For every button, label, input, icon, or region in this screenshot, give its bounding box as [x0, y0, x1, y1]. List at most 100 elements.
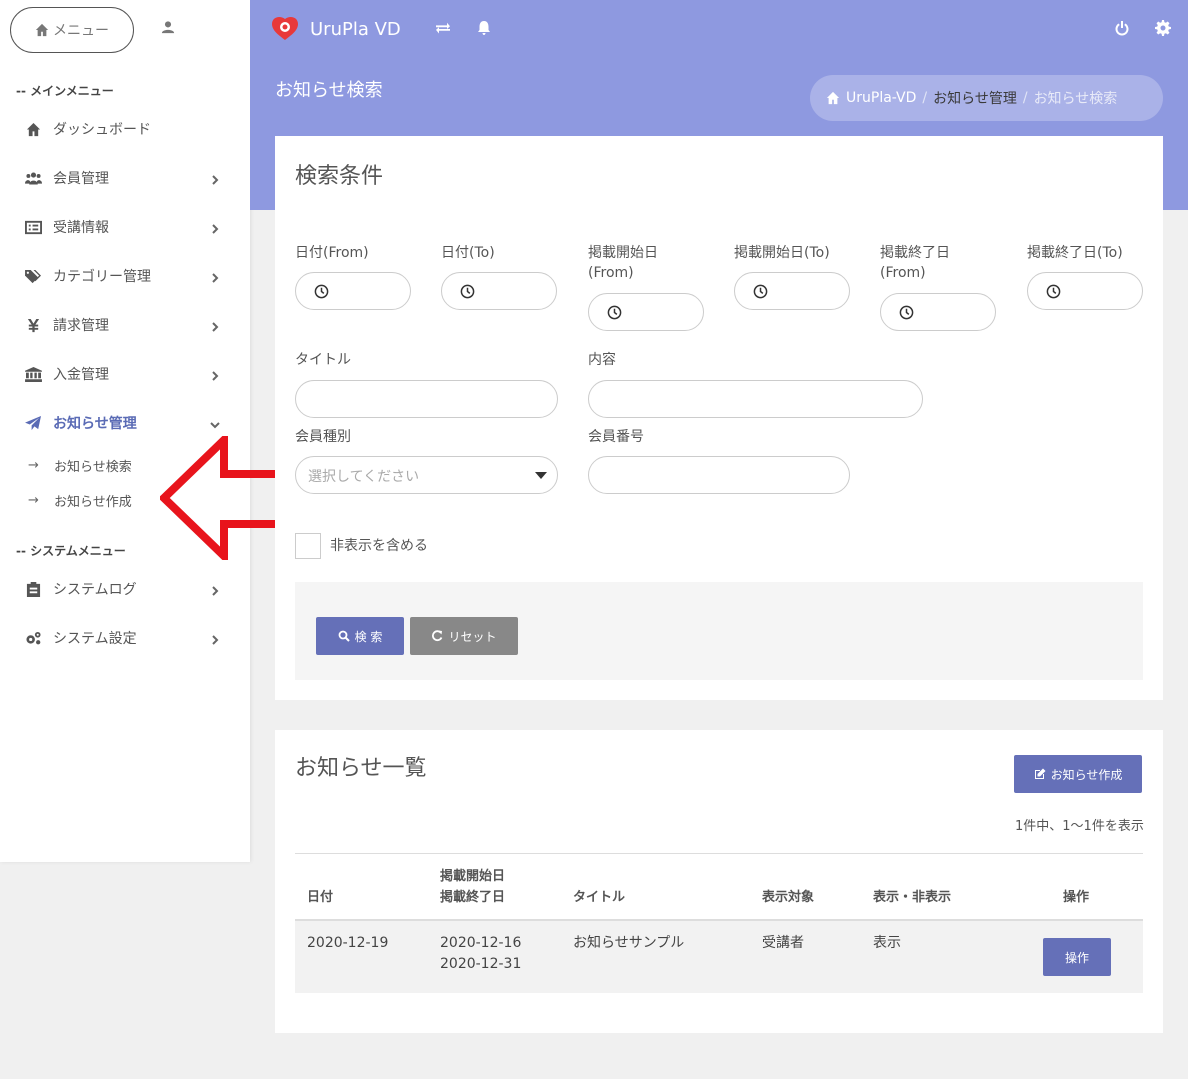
table-header: 日付 掲載開始日 掲載終了日 タイトル 表示対象 表示・非表示 操作 [295, 853, 1143, 921]
pub-start-from-label-line2: (From) [588, 265, 634, 281]
home-icon [35, 23, 49, 37]
page-title: お知らせ検索 [275, 80, 383, 101]
breadcrumb-home[interactable]: UruPla-VD [846, 90, 916, 106]
sidebar-item-notices[interactable]: お知らせ管理 [0, 407, 250, 439]
pub-start-from-label-line1: 掲載開始日 [588, 245, 658, 261]
sidebar-subitem-notice-search[interactable]: → お知らせ検索 [28, 454, 132, 476]
sidebar-item-payments[interactable]: 入金管理 [0, 358, 250, 390]
sidebar-item-label: カテゴリー管理 [53, 269, 151, 285]
users-icon [24, 170, 42, 186]
pub-start-from-input[interactable] [588, 293, 704, 331]
content-label: 内容 [588, 352, 616, 368]
sidebar-item-categories[interactable]: カテゴリー管理 [0, 260, 250, 292]
sidebar-item-billing[interactable]: 請求管理 [0, 309, 250, 341]
member-no-input[interactable] [588, 456, 850, 494]
clock-icon [460, 284, 475, 299]
reset-button[interactable]: リセット [410, 617, 518, 655]
create-notice-button-label: お知らせ作成 [1050, 767, 1123, 782]
sidebar-item-label: 会員管理 [53, 171, 109, 187]
chevron-right-icon [210, 584, 220, 596]
pub-end-from-label-line1: 掲載終了日 [880, 245, 950, 261]
chevron-right-icon [210, 320, 220, 332]
sidebar-item-members[interactable]: 会員管理 [0, 162, 250, 194]
row-action-button[interactable]: 操作 [1043, 938, 1111, 976]
member-no-label: 会員番号 [588, 429, 644, 445]
breadcrumb-parent[interactable]: お知らせ管理 [933, 88, 1017, 108]
chevron-right-icon [210, 222, 220, 234]
sidebar-item-system-log[interactable]: システムログ [0, 573, 250, 605]
date-from-label: 日付(From) [295, 245, 369, 261]
pub-end-from-label-line2: (From) [880, 265, 926, 281]
user-icon[interactable] [161, 20, 175, 34]
sidebar-item-label: 受講情報 [53, 220, 109, 236]
pub-start-from-label: 掲載開始日 (From) [588, 243, 658, 283]
chevron-right-icon [210, 633, 220, 645]
sidebar-item-label: 入金管理 [53, 367, 109, 383]
gear-icon[interactable] [1155, 20, 1171, 36]
cell-date: 2020-12-19 [307, 935, 389, 951]
pub-end-from-input[interactable] [880, 293, 996, 331]
arrow-right-icon: → [28, 457, 39, 473]
col-date[interactable]: 日付 [307, 887, 333, 908]
clock-icon [899, 305, 914, 320]
sidebar-subitem-label: お知らせ検索 [54, 459, 132, 475]
menu-button[interactable]: メニュー [10, 7, 134, 53]
breadcrumb-separator: / [922, 90, 928, 106]
sidebar-item-course-info[interactable]: 受講情報 [0, 211, 250, 243]
date-from-input[interactable] [295, 272, 411, 310]
create-notice-button[interactable]: お知らせ作成 [1014, 755, 1142, 793]
search-button-label: 検 索 [354, 629, 383, 644]
sidebar-item-label: システム設定 [53, 631, 137, 647]
date-to-input[interactable] [441, 272, 557, 310]
chevron-down-icon [210, 418, 220, 429]
cell-pub-end: 2020-12-31 [440, 956, 522, 972]
pub-end-to-label: 掲載終了日(To) [1027, 245, 1123, 261]
table-row: 2020-12-19 2020-12-16 2020-12-31 お知らせサンプ… [295, 921, 1143, 993]
pub-end-to-input[interactable] [1027, 272, 1143, 310]
main-menu-section: -- メインメニュー [16, 84, 114, 98]
power-icon[interactable] [1114, 20, 1130, 36]
bell-icon[interactable] [476, 20, 492, 36]
app-name: UruPla VD [310, 18, 401, 40]
pub-start-to-label: 掲載開始日(To) [734, 245, 830, 261]
col-action: 操作 [1063, 890, 1090, 905]
sidebar-item-dashboard[interactable]: ダッシュボード [0, 113, 250, 145]
clipboard-icon [24, 581, 42, 597]
breadcrumb: UruPla-VD / お知らせ管理 / お知らせ検索 [810, 75, 1163, 121]
sidebar-subitem-notice-create[interactable]: → お知らせ作成 [28, 489, 132, 511]
col-visibility[interactable]: 表示・非表示 [873, 887, 951, 908]
bank-icon [24, 366, 42, 382]
pub-end-from-label: 掲載終了日 (From) [880, 243, 950, 283]
search-button[interactable]: 検 索 [316, 617, 404, 655]
chevron-right-icon [210, 173, 220, 185]
content-input[interactable] [588, 380, 923, 418]
cell-title: お知らせサンプル [573, 935, 685, 951]
col-title[interactable]: タイトル [573, 887, 625, 908]
list-card: お知らせ一覧 お知らせ作成 1件中、1〜1件を表示 日付 掲載開始日 掲載終了日… [275, 730, 1163, 1033]
reset-button-label: リセット [448, 629, 497, 644]
search-icon [338, 630, 350, 642]
pub-start-to-input[interactable] [734, 272, 850, 310]
sidebar-item-system-settings[interactable]: システム設定 [0, 622, 250, 654]
list-card-title: お知らせ一覧 [295, 756, 427, 781]
swap-icon[interactable] [435, 20, 451, 36]
member-type-select[interactable]: 選択してください [295, 456, 558, 494]
title-input[interactable] [295, 380, 558, 418]
cell-pub-dates: 2020-12-16 2020-12-31 [440, 933, 521, 975]
yen-icon [24, 317, 42, 333]
include-hidden-checkbox[interactable] [295, 533, 321, 559]
logo-icon [272, 16, 298, 40]
col-pub-dates[interactable]: 掲載開始日 掲載終了日 [440, 866, 505, 908]
search-card-title: 検索条件 [295, 164, 384, 189]
home-icon [24, 121, 42, 137]
date-to-label: 日付(To) [441, 245, 495, 261]
breadcrumb-current: お知らせ検索 [1033, 91, 1118, 107]
member-type-placeholder: 選択してください [308, 469, 420, 485]
list-alt-icon [24, 219, 42, 235]
edit-icon [1034, 768, 1046, 779]
col-target[interactable]: 表示対象 [762, 887, 814, 908]
app-logo[interactable]: UruPla VD [270, 16, 401, 42]
breadcrumb-separator: / [1022, 90, 1028, 106]
sidebar-item-label: 請求管理 [53, 318, 109, 334]
result-count: 1件中、1〜1件を表示 [1015, 819, 1144, 834]
